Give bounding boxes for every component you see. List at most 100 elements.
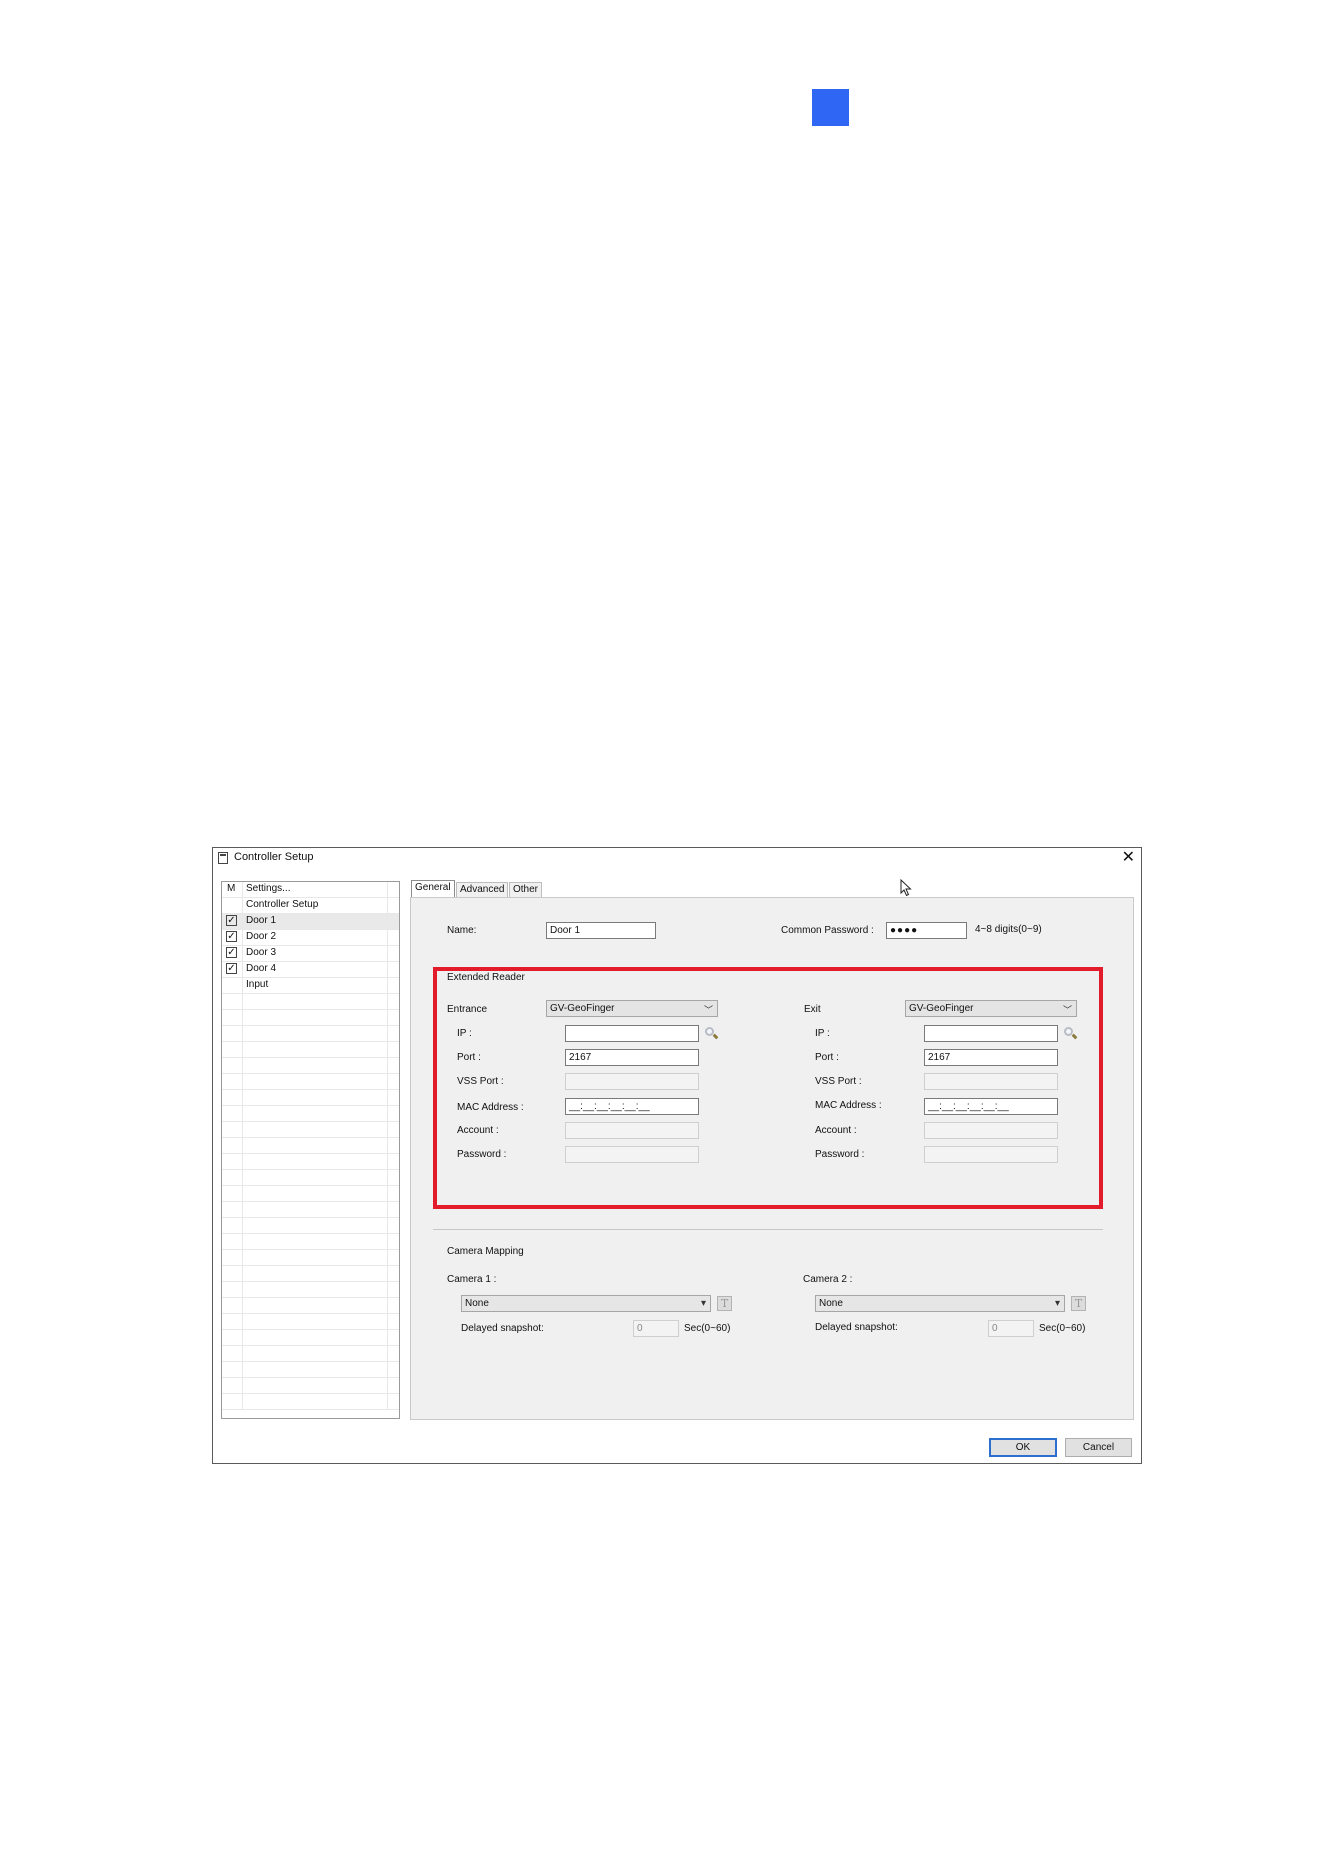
window-title: Controller Setup (234, 851, 314, 863)
checkbox-checked-icon[interactable]: ✓ (226, 931, 237, 942)
close-icon[interactable]: ✕ (1122, 848, 1135, 868)
tree-empty-row (222, 994, 399, 1010)
password-hint: 4~8 digits(0~9) (975, 924, 1042, 935)
tree-column-line (387, 1122, 388, 1137)
camera-2-delay-label: Delayed snapshot: (815, 1322, 898, 1333)
tree-row-door-3[interactable]: ✓ Door 3 (222, 946, 399, 962)
tree-empty-row (222, 1266, 399, 1282)
tree-column-line (242, 1010, 243, 1025)
tree-row-door-2[interactable]: ✓ Door 2 (222, 930, 399, 946)
tree-column-line (242, 1330, 243, 1345)
common-password-field[interactable]: ●●●● (886, 922, 967, 939)
tree-empty-row (222, 1394, 399, 1410)
device-tree: M Settings... Controller Setup ✓ Door 1 … (221, 881, 400, 1419)
tree-column-line (387, 1234, 388, 1249)
tree-item-label: Settings... (246, 883, 291, 894)
tree-column-line (242, 1378, 243, 1393)
cancel-button[interactable]: Cancel (1065, 1438, 1132, 1457)
text-icon[interactable]: T (1071, 1296, 1086, 1311)
camera-2-value: None (819, 1298, 843, 1309)
tree-column-line (242, 1106, 243, 1121)
tree-column-line (242, 1362, 243, 1377)
tree-column-line (387, 1058, 388, 1073)
tree-column-line (242, 1346, 243, 1361)
tree-column-line (242, 1186, 243, 1201)
tree-column-line (387, 1330, 388, 1345)
tree-item-label: Door 4 (246, 963, 277, 974)
tree-column-line (387, 1266, 388, 1281)
tree-empty-row (222, 1378, 399, 1394)
tree-column-line (387, 1378, 388, 1393)
tree-column-line (387, 1218, 388, 1233)
tree-column-line (242, 1122, 243, 1137)
tree-empty-row (222, 1202, 399, 1218)
camera-1-delay-field: 0 (633, 1320, 679, 1337)
tree-column-line (242, 1234, 243, 1249)
tree-column-line (242, 898, 243, 913)
tree-column-line (242, 1314, 243, 1329)
dropdown-arrow-icon: ▾ (1054, 1298, 1060, 1309)
tree-column-line (387, 1090, 388, 1105)
tree-empty-row (222, 1058, 399, 1074)
tree-empty-row (222, 1042, 399, 1058)
name-field[interactable]: Door 1 (546, 922, 656, 939)
tree-row-input[interactable]: Input (222, 978, 399, 994)
tree-column-line (387, 994, 388, 1009)
tree-column-line (387, 1314, 388, 1329)
tree-empty-row (222, 1314, 399, 1330)
tree-empty-row (222, 1282, 399, 1298)
tree-empty-row (222, 1218, 399, 1234)
tree-item-label: Door 3 (246, 947, 277, 958)
tree-column-line (242, 882, 243, 897)
common-password-label: Common Password : (781, 925, 874, 936)
tree-row-controller-setup[interactable]: Controller Setup (222, 898, 399, 914)
camera-mapping-title: Camera Mapping (447, 1246, 524, 1257)
tree-row-door-1[interactable]: ✓ Door 1 (222, 914, 399, 930)
tree-column-line (387, 962, 388, 977)
tree-column-line (387, 1010, 388, 1025)
tree-column-line (387, 1346, 388, 1361)
tree-empty-row (222, 1362, 399, 1378)
tab-advanced[interactable]: Advanced (456, 882, 509, 897)
mouse-pointer-icon (900, 879, 912, 897)
tree-column-line (242, 914, 243, 929)
tree-column-line (387, 1202, 388, 1217)
tab-other[interactable]: Other (509, 882, 543, 897)
title-bar: Controller Setup ✕ (213, 848, 1141, 870)
tree-column-line (242, 930, 243, 945)
tree-row-door-4[interactable]: ✓ Door 4 (222, 962, 399, 978)
tree-column-line (387, 1106, 388, 1121)
tree-column-line (242, 1074, 243, 1089)
tree-empty-row (222, 1026, 399, 1042)
tree-empty-row (222, 1234, 399, 1250)
text-icon[interactable]: T (717, 1296, 732, 1311)
tree-column-line (242, 994, 243, 1009)
checkbox-checked-icon[interactable]: ✓ (226, 947, 237, 958)
camera-2-select[interactable]: None ▾ (815, 1295, 1065, 1312)
checkbox-checked-icon[interactable]: ✓ (226, 915, 237, 926)
ok-button[interactable]: OK (989, 1438, 1057, 1457)
tree-column-line (387, 946, 388, 961)
tree-column-line (242, 1026, 243, 1041)
tree-empty-row (222, 1090, 399, 1106)
tree-row-settings[interactable]: M Settings... (222, 882, 399, 898)
camera-1-value: None (465, 1298, 489, 1309)
tree-empty-row (222, 1186, 399, 1202)
tree-column-line (387, 930, 388, 945)
tree-item-label: Input (246, 979, 269, 990)
tree-column-line (242, 978, 243, 993)
tree-empty-row (222, 1106, 399, 1122)
camera-1-select[interactable]: None ▾ (461, 1295, 711, 1312)
tree-column-line (242, 1138, 243, 1153)
camera-1-label: Camera 1 : (447, 1274, 497, 1285)
tree-column-line (242, 1266, 243, 1281)
tree-column-line (242, 1298, 243, 1313)
tree-empty-row (222, 1010, 399, 1026)
tree-column-line (242, 1394, 243, 1409)
tree-column-line (387, 978, 388, 993)
tree-column-line (242, 1154, 243, 1169)
checkbox-checked-icon[interactable]: ✓ (226, 963, 237, 974)
tab-general[interactable]: General (411, 880, 455, 898)
tree-column-line (387, 1042, 388, 1057)
tree-empty-row (222, 1346, 399, 1362)
